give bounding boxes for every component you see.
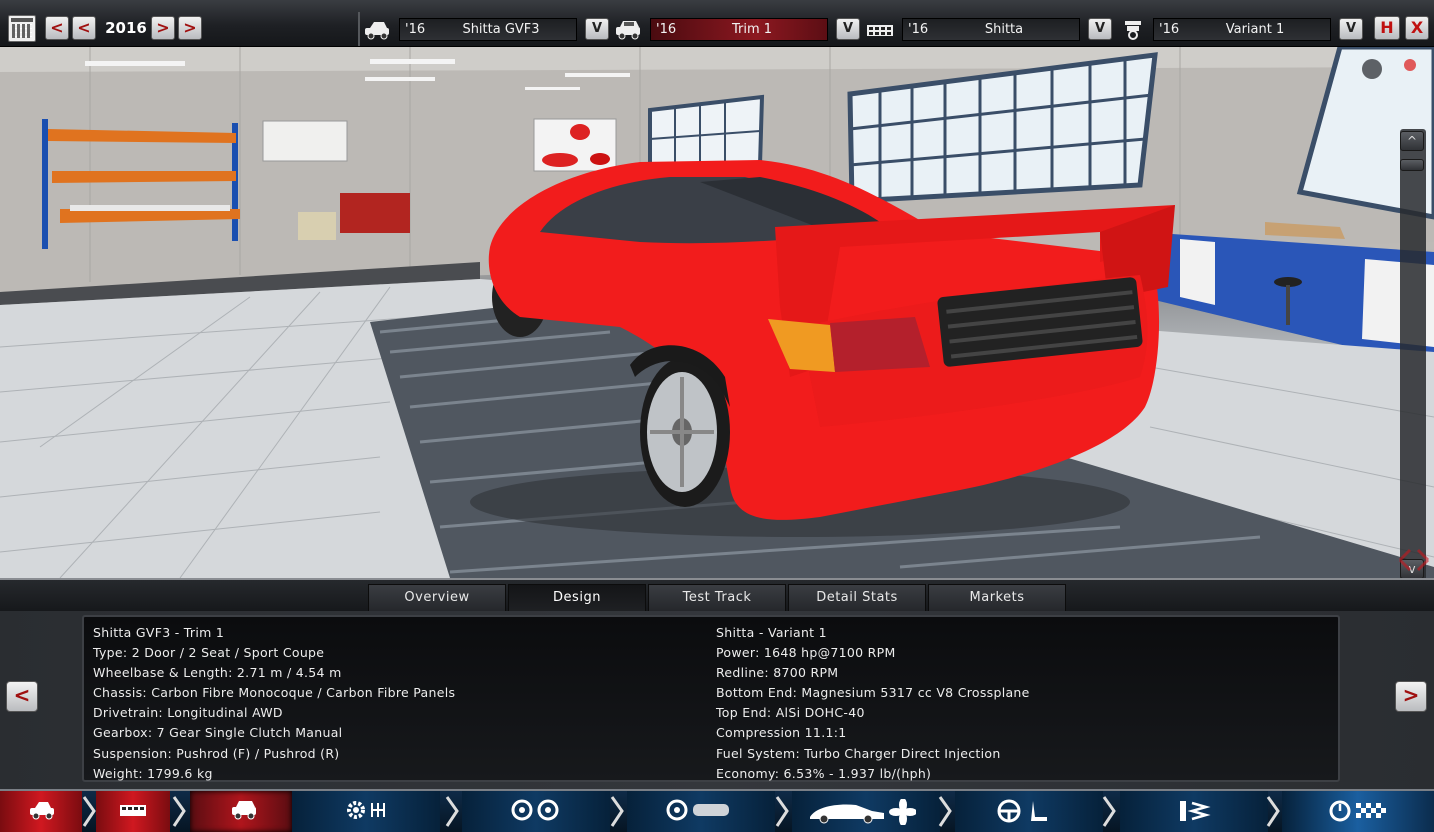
- year-display: 2016: [105, 19, 147, 37]
- trim-car-icon: [232, 801, 256, 820]
- spec-drivetrain: Drivetrain: Longitudinal AWD: [93, 705, 283, 721]
- engine-variant-selector[interactable]: '16 Variant 1: [1153, 18, 1331, 41]
- info-panel: < Shitta GVF3 - Trim 1 Type: 2 Door / 2 …: [0, 611, 1434, 789]
- model-selector[interactable]: '16 Shitta GVF3: [399, 18, 577, 41]
- engine-specs-column: Shitta - Variant 1 Power: 1648 hp@7100 R…: [716, 623, 1030, 784]
- year-next-button[interactable]: >: [151, 16, 175, 40]
- wheels-icon: [511, 799, 559, 821]
- nav-step-body[interactable]: [792, 791, 940, 832]
- panel-next-button[interactable]: >: [1395, 681, 1427, 712]
- trim-name: Trim 1: [731, 22, 773, 37]
- trim-car-icon: [616, 21, 640, 40]
- save-button[interactable]: H: [1374, 16, 1400, 40]
- tab-test-track[interactable]: Test Track: [648, 584, 786, 611]
- chevron-right-icon: [775, 796, 789, 827]
- nav-step-drivetrain[interactable]: [292, 791, 440, 832]
- trim-year: '16: [656, 22, 677, 37]
- car-summary-box: Shitta GVF3 - Trim 1 Type: 2 Door / 2 Se…: [82, 615, 1340, 782]
- car-title: Shitta GVF3 - Trim 1: [93, 625, 225, 640]
- nav-step-wheels[interactable]: [462, 791, 610, 832]
- year-prev-button[interactable]: <: [72, 16, 96, 40]
- nav-step-testing[interactable]: [1282, 791, 1434, 832]
- spec-chassis: Chassis: Carbon Fibre Monocoque / Carbon…: [93, 685, 456, 701]
- spec-bottom-end: Bottom End: Magnesium 5317 cc V8 Crosspl…: [716, 685, 1030, 701]
- car-model-icon: [30, 802, 54, 820]
- rotate-view-icon[interactable]: [1396, 545, 1432, 575]
- suspension-icon: [1180, 801, 1211, 821]
- spec-compression: Compression 11.1:1: [716, 725, 847, 741]
- nav-step-chassis[interactable]: [96, 791, 170, 832]
- steering-seat-icon: [997, 799, 1047, 823]
- car-3d-viewport[interactable]: ^ v: [0, 47, 1434, 578]
- trim-selector[interactable]: '16 Trim 1: [650, 18, 828, 41]
- panel-prev-button[interactable]: <: [6, 681, 38, 712]
- tab-markets[interactable]: Markets: [928, 584, 1066, 611]
- spec-type: Type: 2 Door / 2 Seat / Sport Coupe: [93, 645, 325, 661]
- model-name: Shitta GVF3: [462, 22, 540, 37]
- spec-top-end: Top End: AlSi DOHC-40: [716, 705, 865, 721]
- scroll-up-button[interactable]: ^: [1400, 131, 1424, 151]
- chevron-right-icon: [445, 796, 459, 827]
- nav-step-trim[interactable]: [190, 791, 292, 832]
- nav-step-brakes[interactable]: [627, 791, 775, 832]
- engine-variant-name: Variant 1: [1225, 22, 1285, 37]
- spec-power: Power: 1648 hp@7100 RPM: [716, 645, 896, 661]
- brakes-icon: [666, 799, 729, 821]
- engine-family-name: Shitta: [984, 22, 1024, 37]
- model-dropdown-button[interactable]: V: [585, 18, 609, 40]
- engine-variant-dropdown-button[interactable]: V: [1339, 18, 1363, 40]
- chevron-right-icon: [1266, 796, 1280, 827]
- garage-scene: [0, 47, 1434, 578]
- engine-family-selector[interactable]: '16 Shitta: [902, 18, 1080, 41]
- close-button[interactable]: X: [1405, 16, 1429, 40]
- chevron-right-icon: [1102, 796, 1116, 827]
- spec-economy: Economy: 6.53% - 1.937 lb/(hph): [716, 765, 932, 781]
- gauge-flag-icon: [1329, 800, 1386, 822]
- body-fan-icon: [810, 799, 916, 825]
- calendar-icon[interactable]: [8, 15, 36, 42]
- nav-step-suspension[interactable]: [1120, 791, 1268, 832]
- engine-family-dropdown-button[interactable]: V: [1088, 18, 1112, 40]
- designer-step-nav: [0, 789, 1434, 832]
- piston-icon: [1125, 21, 1141, 40]
- spec-fuel-system: Fuel System: Turbo Charger Direct Inject…: [716, 745, 1001, 761]
- chevron-right-icon: [172, 796, 186, 827]
- gear-drivetrain-icon: [347, 801, 385, 819]
- nav-step-interior[interactable]: [955, 791, 1103, 832]
- toolbar-divider: [358, 12, 360, 46]
- tab-design[interactable]: Design: [508, 584, 646, 611]
- chevron-right-icon: [938, 796, 952, 827]
- tab-bar: Overview Design Test Track Detail Stats …: [0, 578, 1434, 611]
- engine-block-icon: [867, 25, 893, 36]
- tab-overview[interactable]: Overview: [368, 584, 506, 611]
- scroll-thumb[interactable]: [1400, 159, 1424, 171]
- engine-title: Shitta - Variant 1: [716, 625, 827, 640]
- spec-redline: Redline: 8700 RPM: [716, 665, 839, 681]
- spec-gearbox: Gearbox: 7 Gear Single Clutch Manual: [93, 725, 343, 741]
- car-specs-column: Shitta GVF3 - Trim 1 Type: 2 Door / 2 Se…: [93, 623, 455, 784]
- engine-variant-year: '16: [1159, 22, 1180, 37]
- model-year: '16: [405, 22, 426, 37]
- spec-suspension: Suspension: Pushrod (F) / Pushrod (R): [93, 745, 340, 761]
- camera-angle-scrollbar[interactable]: ^ v: [1400, 129, 1426, 578]
- spec-wheelbase-length: Wheelbase & Length: 2.71 m / 4.54 m: [93, 665, 342, 681]
- year-prev-fast-button[interactable]: <: [45, 16, 69, 40]
- camera-view-icon[interactable]: [1350, 57, 1430, 87]
- chevron-right-icon: [610, 796, 624, 827]
- car-model-icon: [365, 22, 389, 40]
- top-toolbar: < < 2016 > > '16 Shitta GVF3 V '16 Trim …: [0, 0, 1434, 47]
- nav-step-model[interactable]: [0, 791, 82, 832]
- spec-weight: Weight: 1799.6 kg: [93, 765, 213, 781]
- tab-detail-stats[interactable]: Detail Stats: [788, 584, 926, 611]
- year-next-fast-button[interactable]: >: [178, 16, 202, 40]
- trim-dropdown-button[interactable]: V: [836, 18, 860, 40]
- chevron-right-icon: [82, 796, 96, 827]
- chassis-icon: [120, 805, 146, 816]
- engine-family-year: '16: [908, 22, 929, 37]
